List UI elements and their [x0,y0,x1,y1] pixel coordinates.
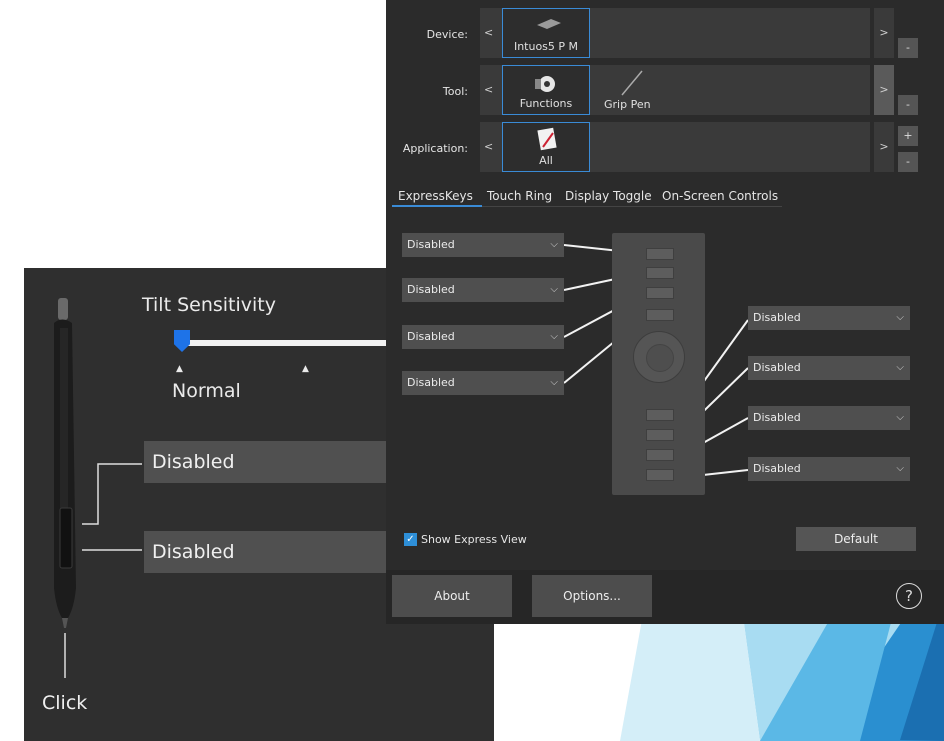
express-key-6-value: Disabled [753,361,801,374]
about-button[interactable]: About [392,575,512,617]
touch-ring-illustration [633,331,685,383]
chevron-down-icon: ⌵ [896,362,904,373]
chevron-down-icon: ⌵ [896,463,904,474]
slider-tick: ▲ [176,364,183,374]
tablet-key [646,248,674,260]
default-button[interactable]: Default [796,527,916,551]
express-key-1-dropdown[interactable]: Disabled ⌵ [402,233,564,257]
chevron-down-icon: ⌵ [896,312,904,323]
show-express-view-label: Show Express View [421,533,527,546]
tablet-key [646,309,674,321]
tablet-key [646,409,674,421]
express-key-1-value: Disabled [407,238,455,251]
options-button[interactable]: Options... [532,575,652,617]
help-icon[interactable]: ? [896,583,922,609]
express-key-5-value: Disabled [753,311,801,324]
express-key-3-value: Disabled [407,330,455,343]
touch-ring-center [646,344,674,372]
express-key-8-value: Disabled [753,462,801,475]
tilt-sensitivity-label: Tilt Sensitivity [142,294,276,316]
tablet-key [646,267,674,279]
chevron-down-icon: ⌵ [896,412,904,423]
express-key-6-dropdown[interactable]: Disabled ⌵ [748,356,910,380]
express-key-8-dropdown[interactable]: Disabled ⌵ [748,457,910,481]
express-keys-panel: Device: < Intuos5 P M > - Tool: < Functi… [386,0,944,624]
chevron-down-icon: ⌵ [550,377,558,388]
chevron-down-icon: ⌵ [550,239,558,250]
tablet-key [646,469,674,481]
express-key-3-dropdown[interactable]: Disabled ⌵ [402,325,564,349]
tablet-key [646,429,674,441]
tablet-key [646,449,674,461]
tilt-value-label: Normal [172,380,241,402]
express-key-7-value: Disabled [753,411,801,424]
tablet-key [646,287,674,299]
checkbox-checked-icon[interactable]: ✓ [404,533,417,546]
pen-click-label: Click [42,692,88,714]
express-key-7-dropdown[interactable]: Disabled ⌵ [748,406,910,430]
slider-tick: ▲ [302,364,309,374]
express-key-2-dropdown[interactable]: Disabled ⌵ [402,278,564,302]
tablet-illustration [612,233,705,495]
express-key-4-dropdown[interactable]: Disabled ⌵ [402,371,564,395]
chevron-down-icon: ⌵ [550,331,558,342]
express-key-2-value: Disabled [407,283,455,296]
express-key-5-dropdown[interactable]: Disabled ⌵ [748,306,910,330]
express-key-4-value: Disabled [407,376,455,389]
bottom-bar: About Options... ? [386,570,944,624]
chevron-down-icon: ⌵ [550,284,558,295]
